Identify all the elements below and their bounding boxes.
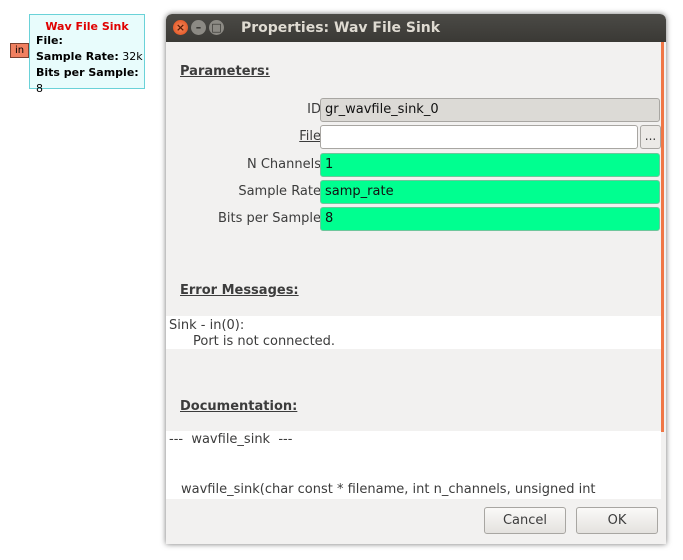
error-messages-heading: Error Messages:	[180, 283, 299, 298]
param-label-id: ID	[307, 102, 321, 117]
properties-dialog: × – □ Properties: Wav File Sink Paramete…	[166, 14, 666, 544]
maximize-icon[interactable]: □	[209, 20, 224, 35]
param-label-file: File	[299, 129, 321, 144]
block-input-port[interactable]: in	[10, 43, 29, 58]
wav-file-sink-block[interactable]: Wav File Sink File: Sample Rate: 32k Bit…	[29, 14, 145, 95]
error-messages-box: Sink - in(0): Port is not connected.	[166, 316, 661, 349]
param-label-sample-rate: Sample Rate	[238, 184, 321, 199]
error-message-line: Sink - in(0):	[169, 318, 245, 333]
doc-line: wavfile_sink(char const * filename, int …	[181, 482, 596, 497]
param-label-bits-per-sample: Bits per Sample	[217, 211, 321, 226]
id-field[interactable]: gr_wavfile_sink_0	[320, 98, 660, 122]
param-row-sample-rate: Sample Rate samp_rate	[166, 180, 666, 204]
doc-line: --- wavfile_sink ---	[169, 432, 293, 447]
minimize-icon[interactable]: –	[191, 20, 206, 35]
block-param-sample-rate: Sample Rate: 32k	[36, 50, 143, 63]
close-icon[interactable]: ×	[173, 20, 188, 35]
parameters-heading: Parameters:	[180, 64, 270, 79]
param-row-n-channels: N Channels 1	[166, 153, 666, 177]
dialog-title: Properties: Wav File Sink	[241, 20, 441, 36]
bits-per-sample-field[interactable]: 8	[320, 207, 660, 231]
n-channels-field[interactable]: 1	[320, 153, 660, 177]
documentation-box: --- wavfile_sink --- wavfile_sink(char c…	[166, 431, 661, 499]
error-message-line: Port is not connected.	[193, 334, 336, 349]
block-param-file: File:	[36, 34, 63, 47]
param-row-bits-per-sample: Bits per Sample 8	[166, 207, 666, 231]
block-title: Wav File Sink	[45, 20, 129, 33]
sample-rate-field[interactable]: samp_rate	[320, 180, 660, 204]
file-field[interactable]	[320, 125, 638, 149]
cancel-button[interactable]: Cancel	[484, 507, 566, 534]
param-row-id: ID gr_wavfile_sink_0	[166, 98, 666, 122]
param-row-file: File ...	[166, 125, 666, 149]
param-label-n-channels: N Channels	[246, 157, 321, 172]
browse-file-button[interactable]: ...	[640, 125, 661, 149]
ok-button[interactable]: OK	[576, 507, 658, 534]
block-param-bits: Bits per Sample: 8	[36, 66, 139, 95]
dialog-titlebar[interactable]: × – □ Properties: Wav File Sink	[166, 14, 666, 42]
documentation-heading: Documentation:	[180, 399, 298, 414]
